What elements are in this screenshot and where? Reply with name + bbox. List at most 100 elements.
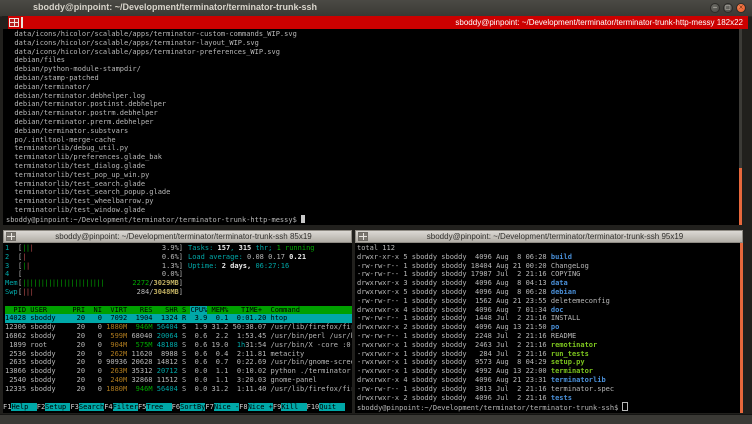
ls-line: drwxrwxr-x 4 sboddy sboddy 4096 Aug 21 2…: [357, 376, 740, 385]
fkey-label[interactable]: Nice -: [214, 403, 239, 411]
prompt-line: sboddy@pinpoint:~/Development/terminator…: [6, 215, 739, 224]
terminal-line: data/icons/hicolor/scalable/apps/termina…: [6, 39, 739, 48]
fkey-label[interactable]: Quit: [319, 403, 344, 411]
right-scrollbar-thumb[interactable]: [740, 243, 743, 413]
blank-line: [5, 297, 352, 306]
terminal-line: debian/stamp-patched: [6, 74, 739, 83]
fkey-search[interactable]: F3: [70, 403, 78, 411]
htop-summary: Tasks: 157, 315 thr; 1 runningLoad avera…: [188, 244, 315, 270]
ls-terminal[interactable]: total 112drwxr-xr-x 5 sboddy sboddy 4096…: [355, 243, 740, 413]
htop-cpu-meter: 4[0.0%]: [5, 270, 352, 279]
htop-row[interactable]: 12306 sboddy 20 0 1880M 946M 56404 S 1.9…: [5, 323, 352, 332]
htop-swap-meter: Swp[|||284/3048MB]: [5, 288, 352, 297]
active-pane-titlebar[interactable]: sboddy@pinpoint: ~/Development/terminato…: [2, 16, 748, 29]
cursor: [301, 215, 305, 223]
ls-line: -rwxrwxr-x 1 sboddy sboddy 4992 Aug 13 2…: [357, 367, 740, 376]
fkey-filter[interactable]: F4: [104, 403, 112, 411]
ls-line: -rw-rw-r-- 1 sboddy sboddy 1448 Jul 2 21…: [357, 314, 740, 323]
terminal-line: debian/terminator.postrm.debhelper: [6, 109, 739, 118]
ls-line: -rw-rw-r-- 1 sboddy sboddy 18404 Aug 21 …: [357, 262, 740, 271]
ls-line: total 112: [357, 244, 740, 253]
fkey-label[interactable]: Search: [79, 403, 104, 411]
terminal-line: terminatorlib/test_dialog.glade: [6, 162, 739, 171]
cursor-inactive: [622, 402, 628, 411]
ls-line: drwxrwxr-x 3 sboddy sboddy 4096 Aug 8 04…: [357, 279, 740, 288]
terminal-line: po/.intltool-merge-cache: [6, 136, 739, 145]
terminal-line: terminatorlib/preferences.glade_bak: [6, 153, 739, 162]
terminal-group-icon[interactable]: [358, 232, 368, 241]
fkey-label[interactable]: Setup: [45, 403, 70, 411]
terminal-line: debian/terminator.postinst.debhelper: [6, 100, 739, 109]
htop-load-average: Load average: 0.08 0.17 0.21: [188, 253, 315, 262]
fkey-label[interactable]: Nice +: [248, 403, 273, 411]
fkey-sortby[interactable]: F6: [172, 403, 180, 411]
htop-row[interactable]: 16862 sboddy 20 0 599M 68040 20064 S 0.6…: [5, 332, 352, 341]
top-terminal[interactable]: data/icons/hicolor/scalable/apps/termina…: [3, 29, 739, 225]
terminal-line: terminatorlib/test_search.glade: [6, 180, 739, 189]
htop-row[interactable]: 12335 sboddy 20 0 1880M 946M 56404 S 0.0…: [5, 385, 352, 394]
ls-line: -rwxrwxr-x 1 sboddy sboddy 2463 Jul 2 21…: [357, 341, 740, 350]
htop-fkey-bar: F1Help F2Setup F3SearchF4FilterF5Tree F6…: [3, 403, 352, 412]
htop-row[interactable]: 2635 sboddy 20 0 90936 20628 14812 S 0.6…: [5, 358, 352, 367]
right-pane-title: sboddy@pinpoint: ~/Development/terminato…: [368, 232, 742, 241]
ls-line: -rwxrwxr-x 1 sboddy sboddy 284 Jul 2 21:…: [357, 350, 740, 359]
terminal-line: debian/terminator.prerm.debhelper: [6, 118, 739, 127]
terminal-line: debian/terminator.substvars: [6, 127, 739, 136]
ls-line: -rw-rw-r-- 1 sboddy sboddy 1562 Aug 21 2…: [357, 297, 740, 306]
ls-line: drwxrwxr-x 2 sboddy sboddy 4096 Jul 2 21…: [357, 394, 740, 403]
right-pane-titlebar[interactable]: sboddy@pinpoint: ~/Development/terminato…: [355, 230, 743, 243]
ls-line: -rw-rw-r-- 1 sboddy sboddy 17987 Jul 2 2…: [357, 270, 740, 279]
terminal-line: data/icons/hicolor/scalable/apps/termina…: [6, 48, 739, 57]
htop-row[interactable]: 13866 sboddy 20 0 263M 35312 20712 S 0.0…: [5, 367, 352, 376]
terminal-line: debian/python-module-stampdir/: [6, 65, 739, 74]
ls-line: drwxrwxr-x 2 sboddy sboddy 4096 Aug 13 2…: [357, 323, 740, 332]
terminal-line: debian/files: [6, 56, 739, 65]
ls-line: drwxrwxr-x 5 sboddy sboddy 4096 Aug 8 06…: [357, 288, 740, 297]
htop-terminal[interactable]: 1[|||3.9%]2[|0.6%]3[||1.3%]4[0.0%]Mem[||…: [3, 243, 352, 413]
htop-row[interactable]: 2540 sboddy 20 0 240M 32868 11512 S 0.0 …: [5, 376, 352, 385]
terminal-line: terminatorlib/test_pop_up_win.py: [6, 171, 739, 180]
terminal-line: debian/terminator/: [6, 83, 739, 92]
terminal-line: terminatorlib/test_wheelbarrow.py: [6, 197, 739, 206]
left-pane-titlebar[interactable]: sboddy@pinpoint: ~/Development/terminato…: [3, 230, 352, 243]
terminal-group-icon[interactable]: [6, 232, 16, 241]
prompt-line: sboddy@pinpoint:~/Development/terminator…: [357, 402, 740, 411]
terminal-line: debian/terminator.debhelper.log: [6, 92, 739, 101]
window-title: sboddy@pinpoint: ~/Development/terminato…: [33, 2, 317, 12]
maximize-button[interactable]: □: [723, 3, 733, 13]
top-scrollbar-thumb[interactable]: [739, 168, 742, 225]
terminal-line: terminatorlib/debug_util.py: [6, 144, 739, 153]
fkey-label[interactable]: Tree: [146, 403, 171, 411]
minimize-button[interactable]: −: [710, 3, 720, 13]
fkey-label[interactable]: Filter: [113, 403, 138, 411]
ls-line: -rw-rw-r-- 1 sboddy sboddy 2248 Jul 2 21…: [357, 332, 740, 341]
titlebar-lead: [2, 16, 8, 29]
htop-row[interactable]: 1899 root 20 0 904M 575M 48188 S 0.6 19.…: [5, 341, 352, 350]
fkey-quit[interactable]: F10: [307, 403, 320, 411]
left-pane-title: sboddy@pinpoint: ~/Development/terminato…: [16, 232, 351, 241]
htop-table-header[interactable]: PID USER PRI NI VIRT RES SHR S CPU% MEM%…: [5, 306, 352, 315]
ls-line: -rwxrwxr-x 1 sboddy sboddy 9573 Aug 8 04…: [357, 358, 740, 367]
htop-selected-row[interactable]: 14028 sboddy 20 0 7092 1904 1324 R 3.9 0…: [5, 314, 352, 323]
fkey-label[interactable]: SortBy: [180, 403, 205, 411]
htop-row[interactable]: 2536 sboddy 20 0 262M 11620 8988 S 0.6 0…: [5, 350, 352, 359]
terminal-group-icon[interactable]: [9, 18, 19, 27]
terminal-line: terminatorlib/test_search_popup.glade: [6, 188, 739, 197]
fkey-label[interactable]: Help: [11, 403, 36, 411]
fkey-setup[interactable]: F2: [37, 403, 45, 411]
window-controls: − □ ×: [710, 3, 746, 13]
ls-line: -rw-rw-r-- 1 sboddy sboddy 3813 Jul 2 21…: [357, 385, 740, 394]
close-button[interactable]: ×: [736, 3, 746, 13]
terminal-line: data/icons/hicolor/scalable/apps/termina…: [6, 30, 739, 39]
terminal-line: terminatorlib/test_window.glade: [6, 206, 739, 215]
fkey-label[interactable]: Kill: [281, 403, 306, 411]
active-pane-title: sboddy@pinpoint: ~/Development/terminato…: [23, 18, 748, 27]
fkey-nice-[interactable]: F7: [205, 403, 213, 411]
fkey-nice-[interactable]: F8: [239, 403, 247, 411]
htop-tasks: Tasks: 157, 315 thr; 1 running: [188, 244, 315, 253]
ls-line: drwxrwxr-x 4 sboddy sboddy 4096 Aug 7 01…: [357, 306, 740, 315]
htop-mem-meter: Mem[||||||||||||||||||||||2272/3029MB]: [5, 279, 352, 288]
htop-uptime: Uptime: 2 days, 06:27:16: [188, 262, 315, 271]
ls-line: drwxr-xr-x 5 sboddy sboddy 4096 Aug 8 06…: [357, 253, 740, 262]
window-titlebar[interactable]: sboddy@pinpoint: ~/Development/terminato…: [0, 0, 752, 17]
